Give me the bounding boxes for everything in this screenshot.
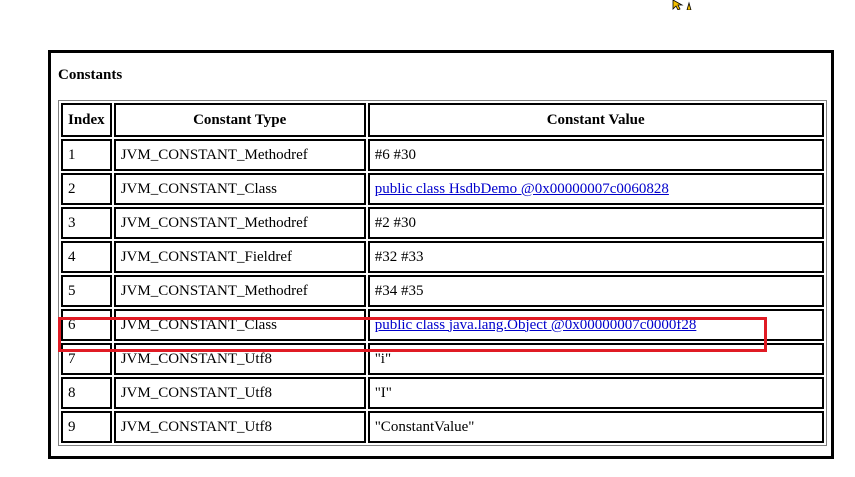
pointer-cursor-icon [672, 0, 692, 10]
cell-index: 4 [61, 241, 112, 273]
table-row: 9 JVM_CONSTANT_Utf8 "ConstantValue" [61, 411, 824, 443]
cell-constant-value: #32 #33 [367, 241, 824, 273]
cell-index: 3 [61, 207, 112, 239]
cell-index: 6 [61, 309, 112, 341]
table-row: 1 JVM_CONSTANT_Methodref #6 #30 [61, 139, 824, 171]
cell-constant-type: JVM_CONSTANT_Utf8 [113, 377, 366, 409]
cell-index: 5 [61, 275, 112, 307]
column-header-index: Index [61, 103, 112, 137]
cell-constant-value: public class HsdbDemo @0x00000007c006082… [367, 173, 824, 205]
cell-constant-value: "ConstantValue" [367, 411, 824, 443]
constant-value-link[interactable]: public class java.lang.Object @0x0000000… [375, 317, 697, 333]
cell-constant-value: public class java.lang.Object @0x0000000… [367, 309, 824, 341]
cell-constant-type: JVM_CONSTANT_Utf8 [113, 411, 366, 443]
constant-value-link[interactable]: public class HsdbDemo @0x00000007c006082… [375, 181, 669, 197]
cell-index: 2 [61, 173, 112, 205]
table-row: 5 JVM_CONSTANT_Methodref #34 #35 [61, 275, 824, 307]
cell-constant-value: #34 #35 [367, 275, 824, 307]
cell-constant-type: JVM_CONSTANT_Class [113, 173, 366, 205]
table-header-row: Index Constant Type Constant Value [61, 103, 824, 137]
cell-constant-type: JVM_CONSTANT_Methodref [113, 207, 366, 239]
table-row: 2 JVM_CONSTANT_Class public class HsdbDemo… [61, 173, 824, 205]
cell-constant-type: JVM_CONSTANT_Methodref [113, 275, 366, 307]
cell-index: 1 [61, 139, 112, 171]
cell-index: 7 [61, 343, 112, 375]
cell-constant-type: JVM_CONSTANT_Class [113, 309, 366, 341]
cell-constant-value: #2 #30 [367, 207, 824, 239]
constants-panel: Constants Index Constant Type Constant V… [48, 50, 834, 459]
section-title: Constants [58, 67, 123, 83]
table-row: 6 JVM_CONSTANT_Class public class java.lan… [61, 309, 824, 341]
column-header-constant-type: Constant Type [113, 103, 366, 137]
cell-index: 8 [61, 377, 112, 409]
cell-constant-value: "I" [367, 377, 824, 409]
cell-index: 9 [61, 411, 112, 443]
cell-constant-type: JVM_CONSTANT_Fieldref [113, 241, 366, 273]
column-header-constant-value: Constant Value [367, 103, 824, 137]
table-row: 4 JVM_CONSTANT_Fieldref #32 #33 [61, 241, 824, 273]
cell-constant-value: #6 #30 [367, 139, 824, 171]
table-row: 8 JVM_CONSTANT_Utf8 "I" [61, 377, 824, 409]
constants-table: Index Constant Type Constant Value 1 JVM_… [58, 100, 827, 446]
cell-constant-type: JVM_CONSTANT_Utf8 [113, 343, 366, 375]
table-row: 3 JVM_CONSTANT_Methodref #2 #30 [61, 207, 824, 239]
cell-constant-value: "i" [367, 343, 824, 375]
cell-constant-type: JVM_CONSTANT_Methodref [113, 139, 366, 171]
table-row: 7 JVM_CONSTANT_Utf8 "i" [61, 343, 824, 375]
